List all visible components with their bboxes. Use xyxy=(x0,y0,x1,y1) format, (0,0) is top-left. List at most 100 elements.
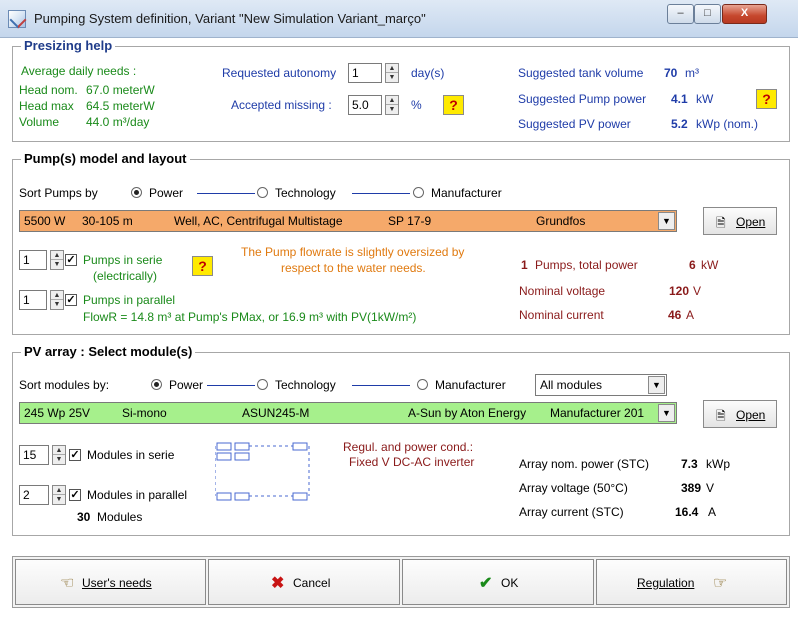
pump-power-help-button[interactable]: ? xyxy=(756,89,777,109)
chevron-down-icon[interactable]: ▼ xyxy=(658,212,675,230)
pump-sort-manufacturer-radio[interactable] xyxy=(413,187,424,198)
maximize-button[interactable]: □ xyxy=(694,4,721,24)
array-power-value: 7.3 xyxy=(681,457,698,471)
missing-spin-arrows[interactable]: ▲ ▼ xyxy=(385,95,399,115)
spin-down-icon[interactable]: ▼ xyxy=(53,455,65,464)
pv-filter-select[interactable]: All modules ▼ xyxy=(535,374,667,396)
pump-current-unit: A xyxy=(686,308,695,322)
spin-down-icon[interactable]: ▼ xyxy=(51,260,63,269)
pump-sort-power-radio[interactable] xyxy=(131,187,142,198)
spin-down-icon[interactable]: ▼ xyxy=(51,300,63,309)
cancel-button[interactable]: ✖ Cancel xyxy=(208,559,400,605)
pv-sort-power-label[interactable]: Power xyxy=(169,378,203,392)
pv-serie-spin-arrows[interactable]: ▲ ▼ xyxy=(52,445,66,465)
array-voltage-label: Array voltage (50°C) xyxy=(519,481,628,495)
autonomy-unit: day(s) xyxy=(411,66,445,80)
pv-parallel-spin-arrows[interactable]: ▲ ▼ xyxy=(52,485,66,505)
pump-serie-help-button[interactable]: ? xyxy=(192,256,213,276)
pv-module-select[interactable]: 245 Wp 25V Si-mono ASUN245-M A-Sun by At… xyxy=(19,402,677,424)
pv-open-button[interactable]: 🗎 Open xyxy=(703,400,777,428)
pv-sort-manufacturer-radio[interactable] xyxy=(417,379,428,390)
spin-up-icon[interactable]: ▲ xyxy=(51,291,63,300)
pv-parallel-input[interactable]: 2 xyxy=(19,485,49,505)
pv-serie-stepper[interactable]: 15 ▲ ▼ xyxy=(19,445,71,465)
pump-serie-stepper[interactable]: 1 ▲ ▼ xyxy=(19,250,67,270)
pv-serie-checkbox[interactable]: ✓ xyxy=(69,449,81,461)
app-icon xyxy=(8,10,26,28)
spin-down-icon[interactable]: ▼ xyxy=(386,105,398,114)
close-button[interactable]: X xyxy=(722,4,767,24)
array-voltage-value: 389 xyxy=(681,481,702,495)
pv-group-title: PV array : Select module(s) xyxy=(21,344,196,359)
pump-sort-manufacturer-label[interactable]: Manufacturer xyxy=(431,186,502,200)
autonomy-input[interactable]: 1 xyxy=(348,63,382,83)
pump-parallel-checkbox[interactable]: ✓ xyxy=(65,294,77,306)
pump-parallel-stepper[interactable]: 1 ▲ ▼ xyxy=(19,290,67,310)
module-box xyxy=(216,452,232,461)
missing-stepper[interactable]: 5.0 ▲ ▼ xyxy=(348,95,400,115)
volume-value: 44.0 m³/day xyxy=(86,115,150,129)
tank-unit: m³ xyxy=(685,66,699,80)
pv-parallel-stepper[interactable]: 2 ▲ ▼ xyxy=(19,485,71,505)
missing-help-button[interactable]: ? xyxy=(443,95,464,115)
spin-down-icon[interactable]: ▼ xyxy=(386,73,398,82)
users-needs-button[interactable]: ☜ User's needs xyxy=(15,559,206,605)
pump-current-value: 46 xyxy=(668,308,682,322)
pump-current-label: Nominal current xyxy=(519,308,604,322)
pump-flow-text: FlowR = 14.8 m³ at Pump's PMax, or 16.9 … xyxy=(83,310,417,324)
pv-filter-value: All modules xyxy=(540,378,603,392)
module-box xyxy=(216,492,232,501)
volume-label: Volume xyxy=(19,115,60,129)
chevron-down-icon[interactable]: ▼ xyxy=(658,404,675,422)
module-box xyxy=(292,442,308,451)
pump-parallel-input[interactable]: 1 xyxy=(19,290,47,310)
pump-serie-input[interactable]: 1 xyxy=(19,250,47,270)
pump-model-cell: SP 17-9 xyxy=(388,214,432,228)
spin-up-icon[interactable]: ▲ xyxy=(51,251,63,260)
spin-up-icon[interactable]: ▲ xyxy=(53,446,65,455)
spin-down-icon[interactable]: ▼ xyxy=(53,495,65,504)
pv-sort-technology-label[interactable]: Technology xyxy=(275,378,336,392)
pump-parallel-spin-arrows[interactable]: ▲ ▼ xyxy=(50,290,64,310)
pv-serie-input[interactable]: 15 xyxy=(19,445,49,465)
cancel-label: Cancel xyxy=(293,576,331,590)
spin-up-icon[interactable]: ▲ xyxy=(53,486,65,495)
pump-sort-technology-label[interactable]: Technology xyxy=(275,186,336,200)
pv-module-count: 30 xyxy=(77,510,91,524)
pump-open-button[interactable]: 🗎 Open xyxy=(703,207,777,235)
ok-button[interactable]: ✔ OK xyxy=(402,559,594,605)
pump-serie-checkbox[interactable]: ✓ xyxy=(65,254,77,266)
array-current-value: 16.4 xyxy=(675,505,699,519)
cancel-x-icon: ✖ xyxy=(271,575,285,592)
pump-select[interactable]: 5500 W 30-105 m Well, AC, Centrifugal Mu… xyxy=(19,210,677,232)
title-bar[interactable]: Pumping System definition, Variant "New … xyxy=(0,0,798,38)
autonomy-stepper[interactable]: 1 ▲ ▼ xyxy=(348,63,400,83)
pv-sort-power-radio[interactable] xyxy=(151,379,162,390)
autonomy-spin-arrows[interactable]: ▲ ▼ xyxy=(385,63,399,83)
spin-up-icon[interactable]: ▲ xyxy=(386,96,398,105)
regulation-button[interactable]: Regulation ☞ xyxy=(596,559,787,605)
array-current-label: Array current (STC) xyxy=(519,505,624,519)
pv-sort-manufacturer-label[interactable]: Manufacturer xyxy=(435,378,506,392)
pv-sort-technology-radio[interactable] xyxy=(257,379,268,390)
array-layout-diagram xyxy=(215,442,310,501)
pump-warning-line2: respect to the water needs. xyxy=(281,261,426,275)
array-current-unit: A xyxy=(708,505,717,519)
minimize-button[interactable]: – xyxy=(667,4,694,24)
spin-up-icon[interactable]: ▲ xyxy=(386,64,398,73)
module-box xyxy=(234,452,250,461)
pump-serie-label: Pumps in serie xyxy=(83,253,163,267)
pump-sort-technology-radio[interactable] xyxy=(257,187,268,198)
array-voltage-unit: V xyxy=(706,481,715,495)
pv-parallel-checkbox[interactable]: ✓ xyxy=(69,489,81,501)
missing-input[interactable]: 5.0 xyxy=(348,95,382,115)
radio-connector xyxy=(352,193,410,194)
pointing-hand-left-icon: ☜ xyxy=(60,575,75,592)
pump-parallel-label: Pumps in parallel xyxy=(83,293,176,307)
pump-serie-spin-arrows[interactable]: ▲ ▼ xyxy=(50,250,64,270)
tank-label: Suggested tank volume xyxy=(518,66,644,80)
document-icon: 🗎 xyxy=(716,216,726,230)
pump-warning-line1: The Pump flowrate is slightly oversized … xyxy=(241,245,465,259)
chevron-down-icon[interactable]: ▼ xyxy=(648,376,665,394)
pump-sort-power-label[interactable]: Power xyxy=(149,186,183,200)
